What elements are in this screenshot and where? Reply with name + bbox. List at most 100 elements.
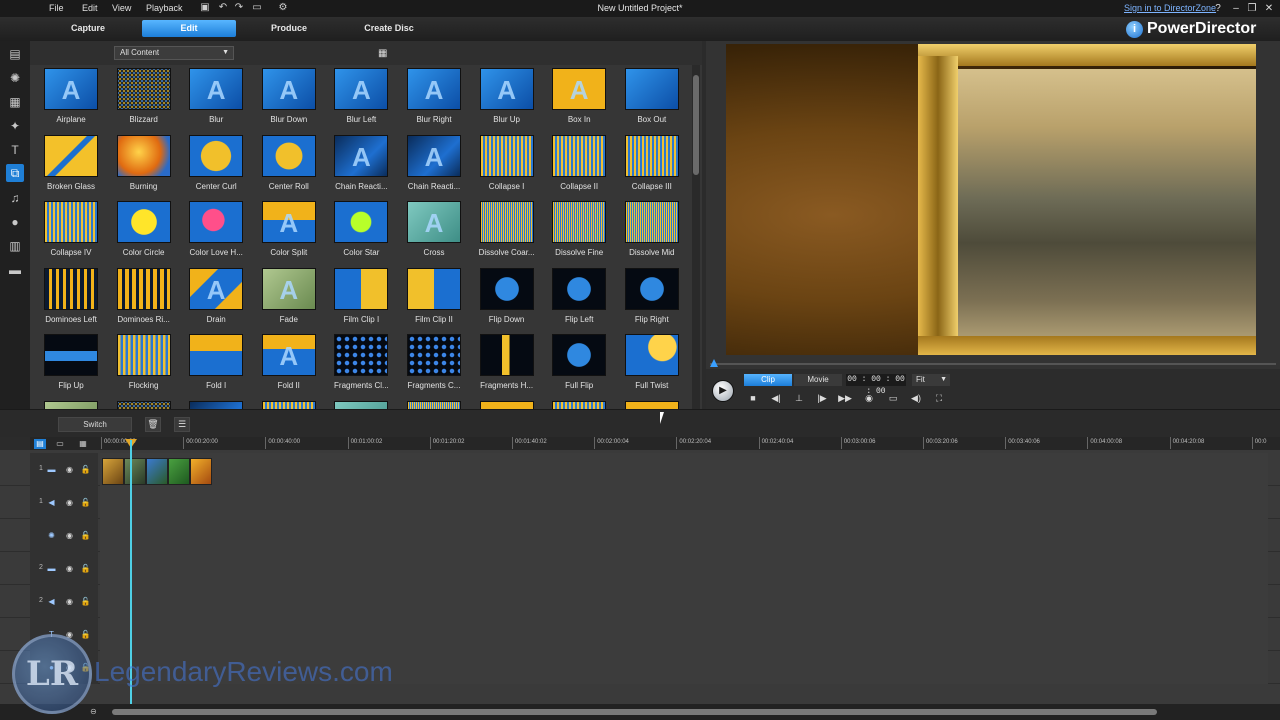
timecode-display[interactable]: 00 : 00 : 00 : 00 xyxy=(846,374,906,396)
tab-produce[interactable]: Produce xyxy=(258,20,320,37)
split-icon[interactable]: ⊥ xyxy=(792,391,806,405)
transition-tile[interactable]: Flip Left xyxy=(544,267,614,332)
transition-room-icon[interactable]: ⧉ xyxy=(6,164,24,182)
clip-mode-button[interactable]: Clip xyxy=(744,374,792,386)
lock-icon[interactable]: 🔓 xyxy=(80,530,91,541)
visibility-icon[interactable]: ◉ xyxy=(64,563,75,574)
transition-tile[interactable]: A Blur xyxy=(181,68,251,132)
lock-icon[interactable]: 🔓 xyxy=(80,464,91,475)
audio-mixing-icon[interactable]: ♫ xyxy=(6,189,24,207)
visibility-icon[interactable]: ◉ xyxy=(64,530,75,541)
transition-tile[interactable]: Flip Up xyxy=(36,334,106,398)
transition-tile[interactable] xyxy=(472,400,542,409)
save-icon[interactable]: ▣ xyxy=(199,2,211,14)
transition-tile[interactable]: Film Clip I xyxy=(326,267,396,332)
seek-knob[interactable] xyxy=(710,359,718,367)
menu-view[interactable]: View xyxy=(112,3,131,13)
timeline-hscrollbar[interactable] xyxy=(112,709,1157,715)
undo-icon[interactable]: ↶ xyxy=(217,2,229,14)
lock-icon[interactable]: 🔓 xyxy=(80,497,91,508)
transition-tile[interactable]: Collapse I xyxy=(472,134,542,199)
transition-tile[interactable] xyxy=(326,400,396,409)
settings-icon[interactable]: ⚙ xyxy=(277,2,289,14)
switch-button[interactable]: Switch xyxy=(58,417,132,432)
transition-tile[interactable]: Fold I xyxy=(181,334,251,398)
play-button[interactable]: ▶ xyxy=(712,380,734,402)
storyboard-view-icon[interactable]: ▭ xyxy=(54,439,66,449)
minimize-button[interactable]: – xyxy=(1229,2,1243,15)
add-track-icon[interactable]: ▦ xyxy=(77,439,89,449)
movie-mode-button[interactable]: Movie xyxy=(794,374,842,386)
track-manager-icon[interactable]: ☰ xyxy=(174,417,190,432)
transition-tile[interactable]: Flip Right xyxy=(617,267,687,332)
track-lane[interactable] xyxy=(100,453,1268,486)
transition-tile[interactable]: Fragments H... xyxy=(472,334,542,398)
visibility-icon[interactable]: ◉ xyxy=(64,464,75,475)
external-display-icon[interactable]: ▭ xyxy=(886,391,900,405)
transition-tile[interactable] xyxy=(399,400,469,409)
close-button[interactable]: ✕ xyxy=(1262,2,1276,15)
transition-tile[interactable]: A Airplane xyxy=(36,68,106,132)
track-lane[interactable] xyxy=(100,552,1268,585)
transition-tile[interactable]: Dissolve Mid xyxy=(617,201,687,265)
grid-view-icon[interactable]: ▦ xyxy=(378,48,390,60)
transition-tile[interactable] xyxy=(254,400,324,409)
tab-capture[interactable]: Capture xyxy=(56,20,120,37)
transition-tile[interactable]: Color Circle xyxy=(109,201,179,265)
visibility-icon[interactable]: ◉ xyxy=(64,497,75,508)
timeline-clip[interactable] xyxy=(168,458,190,485)
library-scroll-thumb[interactable] xyxy=(693,75,699,175)
transition-tile[interactable]: A Color Split xyxy=(254,201,324,265)
lock-icon[interactable]: 🔓 xyxy=(80,563,91,574)
transition-tile[interactable]: Collapse IV xyxy=(36,201,106,265)
menu-file[interactable]: File xyxy=(49,3,64,13)
visibility-icon[interactable]: ◉ xyxy=(64,596,75,607)
timeline-clip[interactable] xyxy=(124,458,146,485)
menu-edit[interactable]: Edit xyxy=(82,3,98,13)
track-lane[interactable] xyxy=(100,519,1268,552)
zoom-icon[interactable]: ⊖ xyxy=(90,707,100,717)
fullscreen-icon[interactable]: ⛶ xyxy=(932,391,946,405)
transition-tile[interactable]: Collapse II xyxy=(544,134,614,199)
transition-tile[interactable]: Broken Glass xyxy=(36,134,106,199)
timeline-clip[interactable] xyxy=(146,458,168,485)
transition-tile[interactable]: Burning xyxy=(109,134,179,199)
transition-tile[interactable]: Color Star xyxy=(326,201,396,265)
transition-tile[interactable]: Fragments C... xyxy=(399,334,469,398)
pip-room-icon[interactable]: ▦ xyxy=(6,93,24,111)
particle-room-icon[interactable]: ✦ xyxy=(6,117,24,135)
transition-tile[interactable]: Collapse III xyxy=(617,134,687,199)
title-room-icon[interactable]: T xyxy=(6,141,24,159)
menu-playback[interactable]: Playback xyxy=(146,3,183,13)
transition-tile[interactable]: Center Curl xyxy=(181,134,251,199)
tab-edit[interactable]: Edit xyxy=(142,20,236,37)
transition-tile[interactable]: A Chain Reacti... xyxy=(399,134,469,199)
voice-over-icon[interactable]: ● xyxy=(6,213,24,231)
timeline-clip[interactable] xyxy=(190,458,212,485)
timeline-clip[interactable] xyxy=(102,458,124,485)
transition-tile[interactable]: A Blur Right xyxy=(399,68,469,132)
maximize-button[interactable]: ❐ xyxy=(1245,2,1259,15)
transition-tile[interactable]: A Blur Left xyxy=(326,68,396,132)
track-lane[interactable] xyxy=(100,618,1268,651)
lock-icon[interactable]: 🔓 xyxy=(80,629,91,640)
transition-tile[interactable]: Center Roll xyxy=(254,134,324,199)
help-icon[interactable]: ? xyxy=(1211,2,1225,15)
transition-tile[interactable]: Dissolve Coar... xyxy=(472,201,542,265)
transition-tile[interactable]: Flip Down xyxy=(472,267,542,332)
transition-tile[interactable] xyxy=(544,400,614,409)
chapter-room-icon[interactable]: ▥ xyxy=(6,237,24,255)
transition-tile[interactable]: Film Clip II xyxy=(399,267,469,332)
effect-room-icon[interactable]: ✺ xyxy=(6,69,24,87)
timeline-ruler[interactable]: ▤ ▭ ▦ 00:00:00:00 00:00:20:00 00:00:40:00 0… xyxy=(30,437,1280,450)
zoom-fit-dropdown[interactable]: Fit ▼ xyxy=(912,374,950,386)
transition-tile[interactable]: Box Out xyxy=(617,68,687,132)
transition-tile[interactable]: Dissolve Fine xyxy=(544,201,614,265)
transition-tile[interactable]: Color Love H... xyxy=(181,201,251,265)
transition-tile[interactable]: A Fold II xyxy=(254,334,324,398)
previous-frame-icon[interactable]: ◀| xyxy=(769,391,783,405)
transition-tile[interactable]: Dominoes Left xyxy=(36,267,106,332)
stop-icon[interactable]: ■ xyxy=(746,391,760,405)
track-lane[interactable] xyxy=(100,486,1268,519)
transition-tile[interactable]: Fragments Cl... xyxy=(326,334,396,398)
